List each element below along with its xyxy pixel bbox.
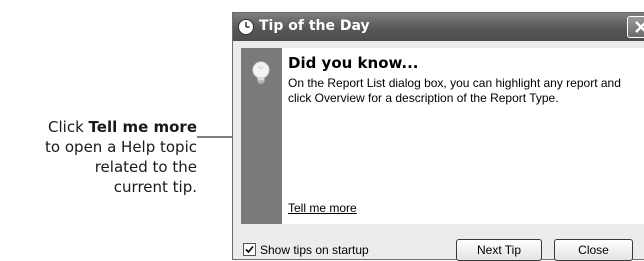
next-tip-button[interactable]: Next Tip [456,239,542,261]
tip-content-panel: Did you know... On the Report List dialo… [282,48,644,224]
clock-icon [237,18,255,36]
dialog-title: Tip of the Day [259,18,370,34]
close-button[interactable]: Close [554,239,633,261]
checkmark-icon [245,245,254,254]
lightbulb-icon [252,61,270,84]
tip-heading: Did you know... [288,54,419,72]
tip-sidebar [241,48,282,224]
show-tips-label[interactable]: Show tips on startup [260,243,369,257]
show-tips-checkbox[interactable] [243,243,256,256]
tip-body: On the Report List dialog box, you can h… [288,76,621,105]
close-window-button[interactable] [627,16,644,38]
tell-me-more-link[interactable]: Tell me more [288,201,357,215]
tip-of-the-day-dialog: Tip of the Day Did you know... On the Re… [232,12,644,261]
close-x-icon [635,21,644,33]
title-bar: Tip of the Day [233,13,644,41]
